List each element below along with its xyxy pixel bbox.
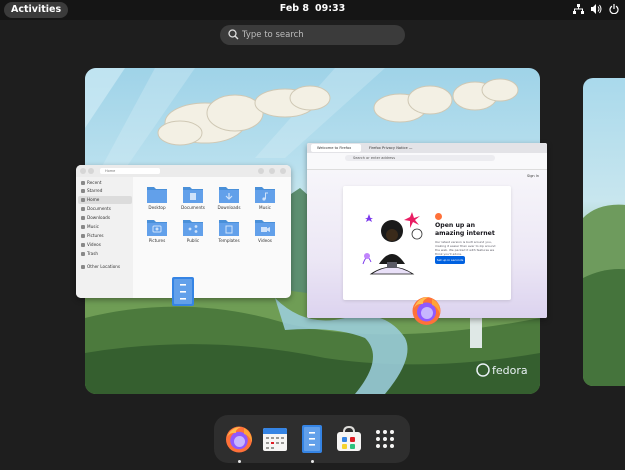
forward-button[interactable] xyxy=(88,168,94,174)
software-icon[interactable] xyxy=(334,424,364,454)
firefox-icon[interactable] xyxy=(224,424,254,454)
sidebar-item-starred[interactable]: Starred xyxy=(78,187,132,195)
tab-privacy[interactable]: Firefox Privacy Notice — xyxy=(363,144,413,152)
sidebar-item-other-locations[interactable]: Other Locations xyxy=(78,263,132,271)
welcome-card: Open up an amazing internet Our latest v… xyxy=(343,186,511,300)
next-workspace-thumbnail[interactable] xyxy=(583,78,625,386)
power-icon xyxy=(609,4,619,14)
signin-link[interactable]: Sign In xyxy=(527,174,539,178)
clock-date: Feb 8 xyxy=(279,3,309,14)
illustration-person-icon xyxy=(362,212,423,275)
folder-downloads[interactable]: Downloads xyxy=(214,185,244,215)
trash-icon xyxy=(81,252,85,256)
folder-documents[interactable]: Documents xyxy=(178,185,208,215)
sidebar-item-recent[interactable]: Recent xyxy=(78,179,132,187)
folder-music[interactable]: Music xyxy=(250,185,280,215)
files-icon[interactable] xyxy=(297,424,327,454)
clock-icon xyxy=(81,181,85,185)
home-icon xyxy=(81,198,85,202)
close-button[interactable] xyxy=(280,168,286,174)
folder-document-icon xyxy=(183,187,203,203)
folder-public[interactable]: Public xyxy=(178,218,208,248)
sidebar-item-trash[interactable]: Trash xyxy=(78,250,132,258)
running-indicator xyxy=(238,460,241,463)
download-icon xyxy=(81,216,85,220)
search-bar[interactable] xyxy=(220,25,405,45)
tab-welcome[interactable]: Welcome to Firefox xyxy=(311,144,361,152)
show-apps-icon[interactable] xyxy=(370,424,400,454)
clock[interactable]: Feb 8 09:33 xyxy=(0,3,625,14)
plus-icon xyxy=(81,265,85,269)
files-app-icon xyxy=(172,277,194,306)
running-indicator xyxy=(311,460,314,463)
fedora-watermark: fedora xyxy=(492,364,528,377)
folder-share-icon xyxy=(183,220,203,236)
folder-desktop[interactable]: Desktop xyxy=(142,185,172,215)
calendar-icon[interactable] xyxy=(260,424,290,454)
tab-strip: Welcome to Firefox Firefox Privacy Notic… xyxy=(307,143,547,153)
sidebar-item-documents[interactable]: Documents xyxy=(78,205,132,213)
folder-pictures[interactable]: Pictures xyxy=(142,218,172,248)
folder-template-icon xyxy=(219,220,239,236)
folder-video-icon xyxy=(255,220,275,236)
welcome-heading: Open up an amazing internet xyxy=(435,222,495,237)
volume-icon xyxy=(591,4,602,14)
folder-picture-icon xyxy=(147,220,167,236)
folder-templates[interactable]: Templates xyxy=(214,218,244,248)
folder-icon xyxy=(147,187,167,203)
system-tray[interactable] xyxy=(573,4,619,14)
video-icon xyxy=(81,243,85,247)
search-icon xyxy=(228,29,239,40)
path-bar[interactable]: Home xyxy=(100,168,160,174)
sidebar-item-music[interactable]: Music xyxy=(78,223,132,231)
sidebar-item-videos[interactable]: Videos xyxy=(78,241,132,249)
url-bar[interactable]: Search or enter address xyxy=(345,155,495,161)
music-icon xyxy=(81,225,85,229)
firefox-app-icon xyxy=(412,297,441,325)
folder-videos[interactable]: Videos xyxy=(250,218,280,248)
star-icon xyxy=(81,189,85,193)
setup-button[interactable]: Set up in seconds xyxy=(435,256,465,264)
sidebar-item-downloads[interactable]: Downloads xyxy=(78,214,132,222)
sidebar-item-home[interactable]: Home xyxy=(78,196,132,204)
folder-music-icon xyxy=(255,187,275,203)
firefox-mini-icon xyxy=(435,213,442,220)
clock-time: 09:33 xyxy=(315,3,346,14)
welcome-body: Our latest version is built around you, … xyxy=(435,240,496,256)
network-wired-icon xyxy=(573,4,584,14)
sidebar-item-pictures[interactable]: Pictures xyxy=(78,232,132,240)
picture-icon xyxy=(81,234,85,238)
document-icon xyxy=(81,207,85,211)
firefox-window[interactable]: Welcome to Firefox Firefox Privacy Notic… xyxy=(307,143,547,318)
search-input[interactable] xyxy=(242,25,400,45)
navigation-toolbar: Search or enter address xyxy=(307,153,547,163)
files-headerbar: Home xyxy=(76,165,291,177)
dash xyxy=(214,415,410,463)
menu-button[interactable] xyxy=(269,168,275,174)
back-button[interactable] xyxy=(80,168,86,174)
view-button[interactable] xyxy=(258,168,264,174)
bookmarks-toolbar: Most Visited Fedora Docs Fedora Magazine… xyxy=(307,163,547,179)
top-bar: Activities Feb 8 09:33 xyxy=(0,0,625,20)
folder-download-icon xyxy=(219,187,239,203)
files-sidebar: Recent Starred Home Documents Downloads … xyxy=(76,177,133,298)
